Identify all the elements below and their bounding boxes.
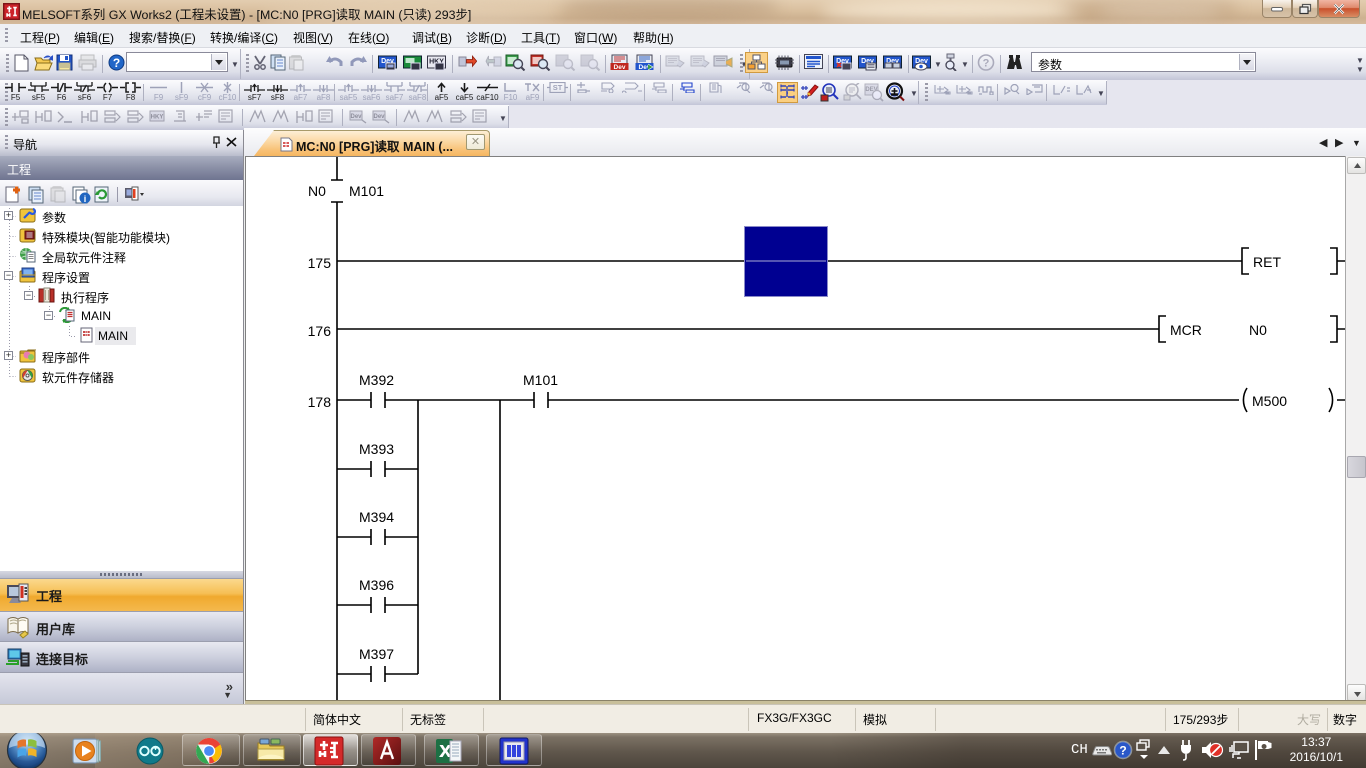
svg-text:MCR: MCR [1170,322,1202,338]
svg-text:M393: M393 [359,441,394,457]
svg-text:M101: M101 [523,372,558,388]
svg-text:M500: M500 [1252,393,1287,409]
svg-text:N0: N0 [1249,322,1267,338]
svg-text:?: ? [983,58,990,70]
svg-text:M396: M396 [359,577,394,593]
svg-text:?: ? [113,56,120,70]
svg-text:175: 175 [308,255,332,271]
svg-text:i: i [84,194,87,204]
svg-text:RET: RET [1253,254,1281,270]
svg-text:ST: ST [553,83,563,92]
svg-text:Dev: Dev [350,114,362,120]
svg-text:M101: M101 [349,183,384,199]
svg-text:176: 176 [308,323,332,339]
svg-text:Dev: Dev [614,64,626,71]
svg-text:Dev: Dev [373,114,385,120]
svg-text:N0: N0 [308,183,326,199]
svg-text:?: ? [1119,744,1126,758]
svg-text:M392: M392 [359,372,394,388]
svg-text:HKY: HKY [151,115,164,121]
svg-text:178: 178 [308,394,332,410]
svg-text:M397: M397 [359,646,394,662]
svg-text:M394: M394 [359,509,394,525]
